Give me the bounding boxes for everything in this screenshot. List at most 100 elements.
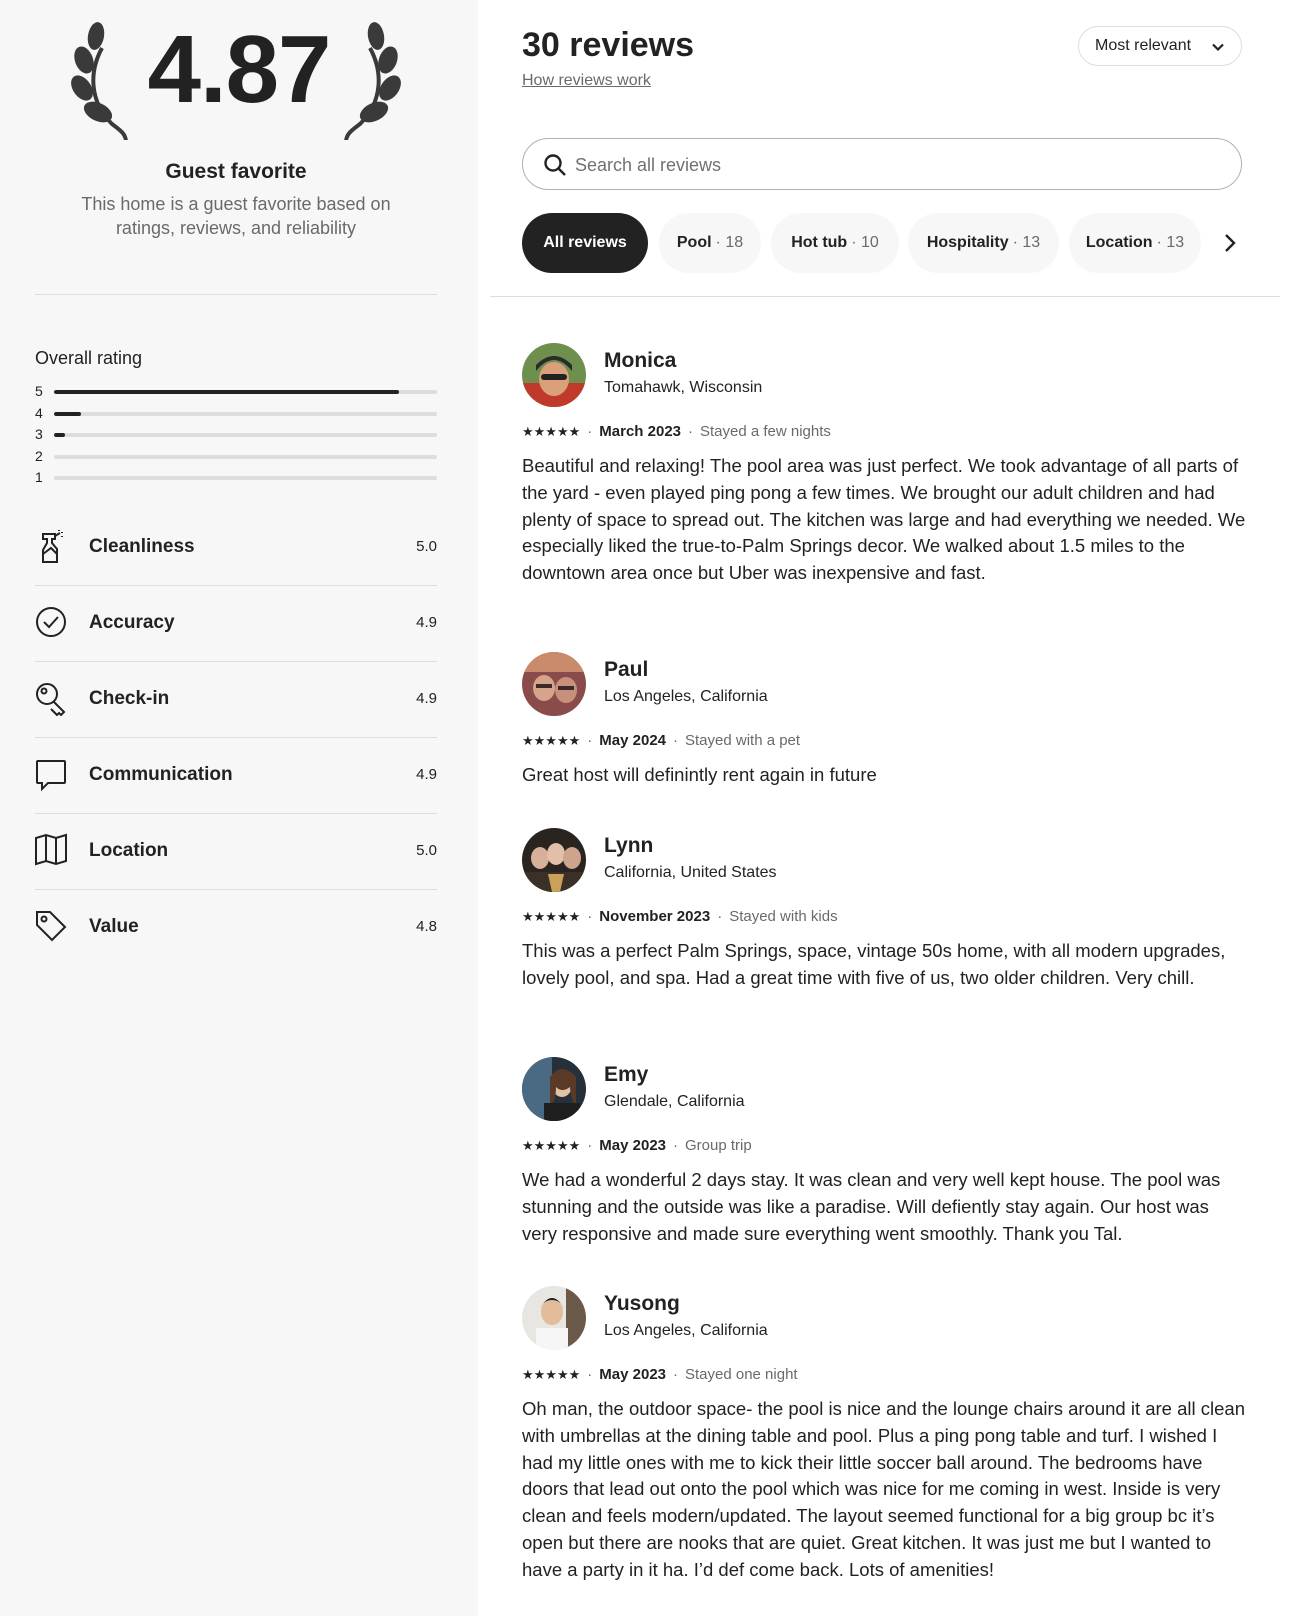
category-check-in: Check-in 4.9 <box>35 662 437 738</box>
star-rating-icon: ★★★★★ <box>522 1366 581 1382</box>
guest-favorite-hero: 4.87 Guest favorite This home is a guest… <box>0 0 478 260</box>
search-reviews-field[interactable] <box>522 138 1242 190</box>
category-score: 4.9 <box>416 614 437 631</box>
stay-type: Stayed one night <box>685 1366 798 1383</box>
spray-bottle-icon <box>42 530 63 563</box>
filter-chip-all-reviews[interactable]: All reviews <box>522 213 648 273</box>
speech-bubble-icon <box>36 760 66 792</box>
avatar[interactable] <box>522 343 586 407</box>
distribution-star-label: 2 <box>35 447 43 464</box>
reviewer-location: Glendale, California <box>604 1093 745 1110</box>
distribution-bar-track <box>54 411 437 416</box>
distribution-star-label: 5 <box>35 383 43 399</box>
review-date: May 2023 <box>599 1137 666 1154</box>
reviewer-name: Monica <box>604 349 677 372</box>
review-meta: ★★★★★ · May 2023 · Group trip <box>522 1137 752 1154</box>
filter-chip-label: Hospitality <box>926 234 1009 251</box>
distribution-bar-fill <box>54 433 66 437</box>
sort-dropdown[interactable]: Most relevant <box>1078 26 1242 66</box>
review-meta: ★★★★★ · November 2023 · Stayed with kids <box>522 908 838 925</box>
divider <box>490 296 1280 297</box>
reviewer-name: Lynn <box>604 834 654 857</box>
distribution-row: 3 <box>35 426 437 448</box>
sort-dropdown-label: Most relevant <box>1095 37 1192 54</box>
guest-favorite-title: Guest favorite <box>165 160 307 183</box>
stay-type: Stayed with a pet <box>685 732 801 749</box>
filter-chip-pool[interactable]: Pool · 18 <box>659 213 761 273</box>
category-score: 4.8 <box>416 918 437 935</box>
rating-summary-panel: 4.87 Guest favorite This home is a guest… <box>0 0 478 1616</box>
distribution-star-label: 1 <box>35 469 43 485</box>
review-text: Oh man, the outdoor space- the pool is n… <box>522 1398 1245 1580</box>
category-label: Check-in <box>89 688 170 709</box>
map-icon <box>35 833 67 866</box>
category-score: 4.9 <box>416 766 437 783</box>
stay-type: Group trip <box>685 1137 752 1154</box>
filter-chip-hot-tub[interactable]: Hot tub · 10 <box>771 213 899 273</box>
distribution-star-label: 4 <box>35 404 43 421</box>
category-cleanliness: Cleanliness 5.0 <box>35 510 437 586</box>
filter-chip-label: Hot tub <box>791 234 848 251</box>
category-value: Value 4.8 <box>35 890 437 966</box>
avatar[interactable] <box>522 828 586 892</box>
review-date: March 2023 <box>599 423 681 440</box>
distribution-row: 4 <box>35 405 437 427</box>
reviews-panel: 30 reviews How reviews work Most relevan… <box>478 0 1292 1616</box>
category-score: 4.9 <box>416 690 437 707</box>
review-meta: ★★★★★ · March 2023 · Stayed a few nights <box>522 423 831 440</box>
filter-chip-label: All reviews <box>543 234 627 251</box>
filter-chip-hospitality[interactable]: Hospitality · 13 <box>908 213 1059 273</box>
divider <box>35 294 437 295</box>
chevron-down-icon <box>1212 43 1224 52</box>
filter-chip-count: · 18 <box>715 234 744 251</box>
category-label: Communication <box>89 764 233 785</box>
review-filter-chips: All reviews Pool · 18 Hot tub · 10 Hospita… <box>522 213 1242 275</box>
category-label: Accuracy <box>89 612 175 633</box>
review-meta: ★★★★★ · May 2024 · Stayed with a pet <box>522 732 801 749</box>
reviewer-name: Yusong <box>604 1292 680 1315</box>
overall-rating-value: 4.87 <box>147 16 332 123</box>
distribution-bar-fill <box>54 390 399 394</box>
star-rating-icon: ★★★★★ <box>522 1137 581 1153</box>
distribution-bar-track <box>54 476 437 480</box>
guest-favorite-description: This home is a guest favorite based on r… <box>81 194 391 238</box>
laurel-right-icon <box>344 22 401 140</box>
distribution-row: 5 <box>35 383 437 405</box>
filter-chip-label: Pool <box>676 234 712 251</box>
reviewer-location: Los Angeles, California <box>604 1322 768 1339</box>
star-rating-icon: ★★★★★ <box>522 732 581 748</box>
avatar[interactable] <box>522 652 586 716</box>
distribution-row: 2 <box>35 448 437 470</box>
filter-chip-location[interactable]: Location · 13 <box>1069 213 1201 273</box>
filter-chip-count: · 10 <box>851 234 879 251</box>
stay-type: Stayed with kids <box>729 908 838 925</box>
reviewer-location: Los Angeles, California <box>604 688 768 705</box>
review-text: This was a perfect Palm Springs, space, … <box>522 940 1226 988</box>
avatar[interactable] <box>522 1057 586 1121</box>
reviewer-name: Paul <box>604 658 649 681</box>
filter-chip-label: Location <box>1085 234 1153 251</box>
chevron-right-icon[interactable] <box>1218 231 1242 255</box>
avatar[interactable] <box>522 1286 586 1350</box>
review-date: November 2023 <box>599 908 711 925</box>
filter-chip-count: · 13 <box>1012 234 1041 251</box>
review-text: Beautiful and relaxing! The pool area wa… <box>522 455 1246 584</box>
distribution-bar-track <box>54 390 437 394</box>
how-reviews-work-link[interactable]: How reviews work <box>522 72 651 90</box>
reviewer-location: Tomahawk, Wisconsin <box>604 379 763 396</box>
search-input[interactable] <box>575 152 1215 178</box>
overall-rating-title: Overall rating <box>35 348 143 368</box>
review-text: Great host will definintly rent again in… <box>522 764 877 785</box>
category-score: 5.0 <box>416 842 437 859</box>
stay-type: Stayed a few nights <box>700 423 831 440</box>
review-date: May 2023 <box>599 1366 666 1383</box>
check-circle-icon <box>36 607 66 637</box>
category-label: Cleanliness <box>89 536 195 557</box>
category-communication: Communication 4.9 <box>35 738 437 814</box>
reviews-count-title: 30 reviews <box>522 26 695 64</box>
distribution-bar-fill <box>54 411 81 416</box>
category-score: 5.0 <box>416 538 437 555</box>
filter-chip-count: · 13 <box>1156 234 1185 251</box>
rating-distribution: 5 4 3 2 1 <box>35 383 437 491</box>
key-icon <box>36 683 66 716</box>
